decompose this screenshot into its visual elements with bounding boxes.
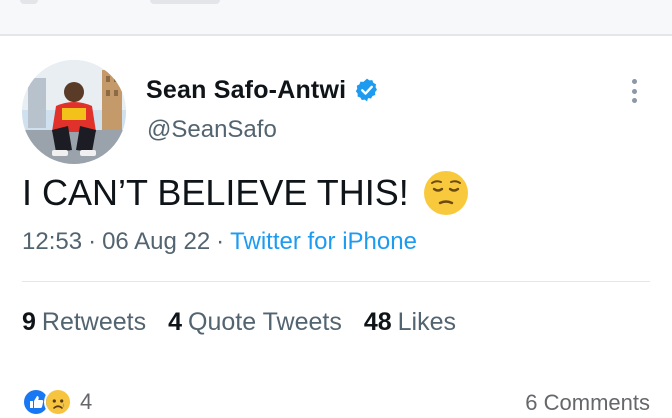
- post-footer: 4 6 Comments: [0, 382, 672, 418]
- more-options-icon[interactable]: [622, 76, 646, 106]
- retweets-count: 9: [22, 308, 36, 336]
- tweet-source-link[interactable]: Twitter for iPhone: [230, 228, 417, 255]
- avatar[interactable]: [22, 60, 126, 164]
- author-name-row: Sean Safo-Antwi: [146, 74, 380, 106]
- author-handle[interactable]: @SeanSafo: [147, 116, 277, 144]
- pensive-face-emoji-icon: [423, 170, 469, 216]
- author-display-name[interactable]: Sean Safo-Antwi: [146, 76, 346, 105]
- tweet-meta: 12:53 · 06 Aug 22 · Twitter for iPhone: [22, 228, 417, 256]
- quote-tweets-stat[interactable]: 4 Quote Tweets: [168, 308, 342, 337]
- quote-tweets-count: 4: [168, 308, 183, 336]
- tweet-date[interactable]: 06 Aug 22: [102, 228, 210, 255]
- tweet-time[interactable]: 12:53: [22, 228, 82, 255]
- likes-stat[interactable]: 48 Likes: [364, 308, 456, 337]
- likes-count: 48: [363, 308, 392, 336]
- tweet-body: I CAN’T BELIEVE THIS!: [22, 170, 469, 216]
- tweet-stats: 9 Retweets 4 Quote Tweets 48 Likes: [22, 308, 478, 337]
- meta-separator: ·: [216, 228, 225, 255]
- divider: [0, 34, 672, 36]
- retweets-stat[interactable]: 9 Retweets: [22, 308, 146, 337]
- reaction-count: 4: [80, 389, 93, 414]
- comments-count-link[interactable]: 6 Comments: [525, 390, 650, 416]
- verified-badge-icon: [354, 77, 380, 103]
- quote-tweets-label: Quote Tweets: [188, 308, 342, 336]
- retweets-label: Retweets: [41, 308, 147, 336]
- cropped-text-fragment: [150, 0, 220, 4]
- reactions-summary[interactable]: 4: [22, 388, 92, 416]
- meta-separator: ·: [88, 228, 97, 255]
- divider: [22, 281, 650, 282]
- likes-label: Likes: [397, 308, 457, 336]
- sad-icon: [44, 388, 72, 416]
- cropped-text-fragment: [20, 0, 38, 4]
- tweet-text: I CAN’T BELIEVE THIS!: [22, 172, 409, 213]
- previous-post-edge: [0, 0, 672, 34]
